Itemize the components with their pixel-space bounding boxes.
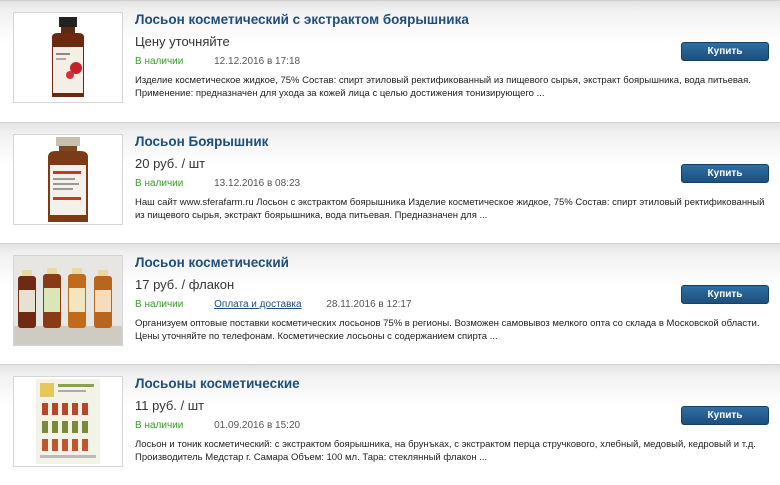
publish-date: 01.09.2016 в 15:20	[214, 420, 301, 431]
product-title-link[interactable]: Лосьон Боярышник	[135, 134, 268, 149]
bottle-image	[14, 135, 122, 224]
buy-button[interactable]: Купить	[681, 285, 769, 304]
product-image[interactable]	[13, 12, 123, 103]
product-list: Лосьон косметический с экстрактом боярыш…	[0, 0, 780, 485]
buy-button[interactable]: Купить	[681, 406, 769, 425]
product-image[interactable]	[13, 376, 123, 467]
product-catalog-image	[14, 377, 122, 466]
product-title-link[interactable]: Лосьон косметический с экстрактом боярыш…	[135, 12, 469, 27]
product-description: Организуем оптовые поставки косметически…	[135, 318, 760, 342]
buy-button[interactable]: Купить	[681, 164, 769, 183]
bottles-group-image	[14, 256, 122, 345]
product-description: Изделие косметическое жидкое, 75% Состав…	[135, 75, 751, 99]
delivery-link[interactable]: Оплата и доставка	[214, 299, 301, 310]
publish-date: 28.11.2016 в 12:17	[326, 299, 412, 310]
product-description: Наш сайт www.sferafarm.ru Лосьон с экстр…	[135, 197, 765, 221]
product-image[interactable]	[13, 255, 123, 346]
publish-date: 12.12.2016 в 17:18	[214, 56, 301, 67]
product-description: Лосьон и тоник косметический: с экстракт…	[135, 439, 756, 463]
product-card: Лосьон косметический 17 руб. / флакон В …	[0, 243, 780, 363]
product-price: 20 руб. / шт	[135, 156, 206, 171]
product-card: Лосьон Боярышник 20 руб. / шт В наличии …	[0, 122, 780, 242]
stock-status: В наличии	[135, 178, 184, 189]
product-meta: В наличии 12.12.2016 в 17:18	[135, 56, 300, 67]
product-title-link[interactable]: Лосьон косметический	[135, 255, 289, 270]
product-title-link[interactable]: Лосьоны косметические	[135, 376, 300, 391]
stock-status: В наличии	[135, 56, 184, 67]
buy-button[interactable]: Купить	[681, 42, 769, 61]
product-meta: В наличии Оплата и доставка 28.11.2016 в…	[135, 299, 412, 310]
product-price: 17 руб. / флакон	[135, 277, 235, 292]
product-card: Лосьон косметический с экстрактом боярыш…	[0, 0, 780, 120]
stock-status: В наличии	[135, 420, 184, 431]
product-meta: В наличии 13.12.2016 в 08:23	[135, 178, 300, 189]
product-price: 11 руб. / шт	[135, 398, 205, 413]
product-price: Цену уточняйте	[135, 34, 230, 49]
product-image[interactable]	[13, 134, 123, 225]
publish-date: 13.12.2016 в 08:23	[214, 178, 301, 189]
bottle-image	[14, 13, 122, 102]
stock-status: В наличии	[135, 299, 184, 310]
product-meta: В наличии 01.09.2016 в 15:20	[135, 420, 300, 431]
product-card: Лосьоны косметические 11 руб. / шт В нал…	[0, 364, 780, 484]
